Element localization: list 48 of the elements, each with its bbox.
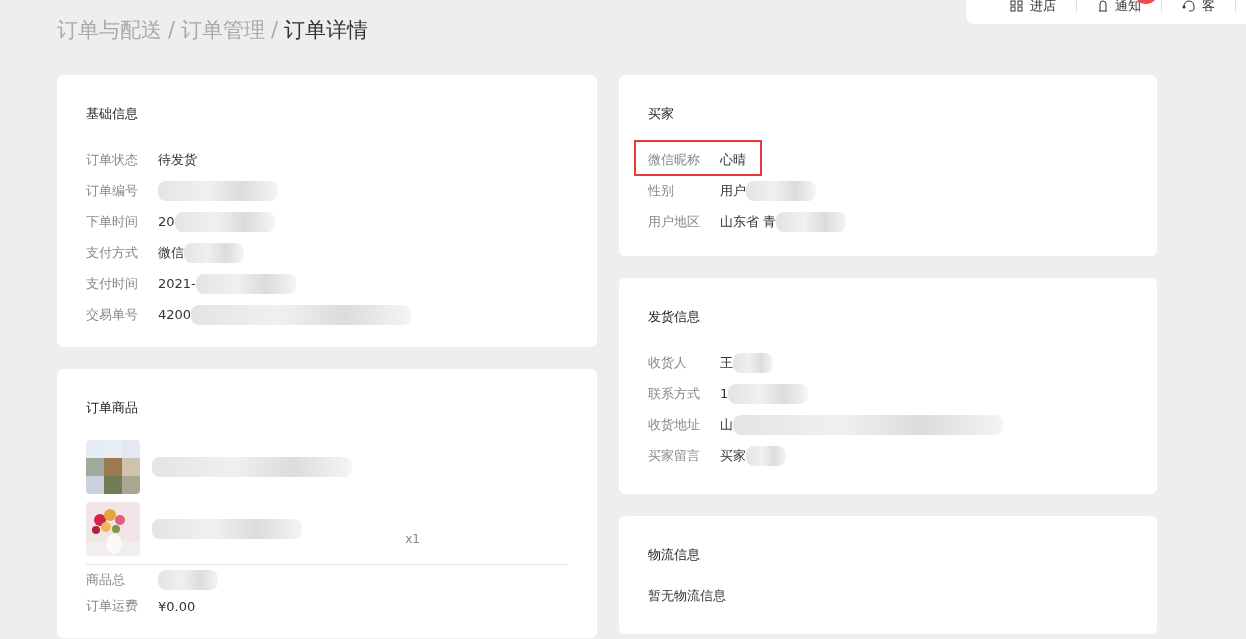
field-label: 支付方式 bbox=[86, 243, 139, 262]
field-value: 20 bbox=[158, 214, 175, 229]
blurred-text bbox=[776, 211, 847, 232]
quantity: x1 bbox=[405, 532, 420, 546]
field-value: 4200 bbox=[158, 307, 192, 322]
breadcrumb-item: 订单详情 bbox=[284, 17, 369, 44]
field-value: 心晴 bbox=[720, 150, 746, 169]
field-label: 收货人 bbox=[648, 353, 688, 372]
field-value: 山东省 青 bbox=[720, 212, 777, 231]
field-label: 买家留言 bbox=[648, 446, 701, 465]
card-title: 发货信息 bbox=[648, 308, 701, 326]
field-label: 订单编号 bbox=[86, 181, 139, 200]
field-label: 性别 bbox=[648, 181, 675, 200]
field-value: 2021- bbox=[158, 276, 196, 291]
field-value: 待发货 bbox=[158, 150, 197, 169]
field-label: 联系方式 bbox=[648, 384, 701, 403]
blurred-text bbox=[746, 445, 786, 466]
blurred-text bbox=[733, 352, 773, 373]
field-label: 用户地区 bbox=[648, 212, 701, 231]
breadcrumb-separator: / bbox=[271, 18, 279, 42]
toolbar-button[interactable]: 通知 bbox=[1077, 0, 1162, 12]
field-label: 商品总 bbox=[86, 571, 126, 589]
field-value: ¥0.00 bbox=[158, 598, 196, 614]
empty-message: 暂无物流信息 bbox=[648, 588, 726, 603]
card-title: 物流信息 bbox=[648, 546, 701, 564]
blurred-text bbox=[184, 242, 244, 263]
card-title: 订单商品 bbox=[86, 399, 139, 417]
blurred-text bbox=[158, 570, 218, 590]
field-label: 订单状态 bbox=[86, 150, 139, 169]
card-title: 买家 bbox=[648, 105, 675, 123]
card-title: 基础信息 bbox=[86, 105, 139, 123]
field-label: 下单时间 bbox=[86, 212, 139, 231]
field-label: 订单运费 bbox=[86, 597, 139, 615]
field-value: 山 bbox=[720, 415, 733, 434]
field-value: 1 bbox=[720, 386, 729, 401]
bell-icon bbox=[1097, 0, 1109, 12]
field-value: 王 bbox=[720, 353, 733, 372]
grid-icon bbox=[1010, 0, 1024, 12]
field-label: 微信昵称 bbox=[648, 150, 701, 169]
field-label: 支付时间 bbox=[86, 274, 139, 293]
headset-icon bbox=[1182, 0, 1196, 12]
field-value: 微信 bbox=[158, 243, 184, 262]
field-label: 交易单号 bbox=[86, 305, 139, 324]
field-label: 收货地址 bbox=[648, 415, 701, 434]
field-value: 买家 bbox=[720, 446, 746, 465]
breadcrumb-separator: / bbox=[168, 18, 176, 42]
field-value: 用户 bbox=[720, 181, 746, 200]
blurred-text bbox=[746, 180, 816, 201]
